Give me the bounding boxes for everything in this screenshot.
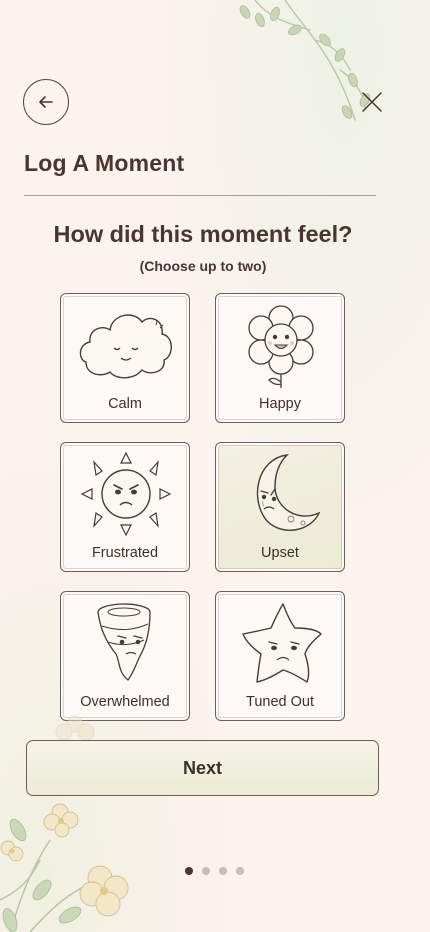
next-button[interactable]: Next — [26, 740, 379, 796]
mood-label: Frustrated — [91, 545, 159, 561]
tornado-face-icon — [97, 603, 151, 681]
page-indicator — [185, 867, 244, 875]
arrow-left-icon — [39, 96, 53, 108]
page-dot[interactable] — [236, 867, 244, 875]
page-dot[interactable] — [202, 867, 210, 875]
mood-label: Tuned Out — [246, 694, 314, 710]
mood-grid: Calm Happy Frustrated Upset Overwhelmed … — [60, 293, 346, 721]
mood-card-overwhelmed[interactable]: Overwhelmed — [60, 591, 190, 721]
mood-label: Overwhelmed — [80, 694, 170, 710]
mood-label: Calm — [108, 396, 142, 412]
angry-sun-icon — [80, 451, 172, 537]
title-divider — [24, 195, 376, 196]
close-icon[interactable] — [360, 90, 384, 114]
mood-card-tuned-out[interactable]: Tuned Out — [215, 591, 345, 721]
mood-card-happy[interactable]: Happy — [215, 293, 345, 423]
mood-card-calm[interactable]: Calm — [60, 293, 190, 423]
flowers-decoration-icon — [0, 803, 129, 932]
question-heading: How did this moment feel? — [53, 221, 353, 247]
mood-card-frustrated[interactable]: Frustrated — [60, 442, 190, 572]
mood-card-upset[interactable]: Upset — [215, 442, 345, 572]
sad-star-icon — [242, 603, 322, 683]
selection-hint: (Choose up to two) — [139, 258, 267, 274]
page-title: Log A Moment — [24, 150, 185, 176]
mood-label: Happy — [259, 396, 301, 412]
flower-face-icon — [248, 305, 314, 388]
back-button[interactable] — [23, 79, 69, 125]
mood-label: Upset — [261, 545, 299, 561]
cloud-face-icon — [79, 314, 172, 379]
page-dot[interactable] — [219, 867, 227, 875]
page-dot-active[interactable] — [185, 867, 193, 875]
sad-moon-icon — [256, 454, 321, 531]
